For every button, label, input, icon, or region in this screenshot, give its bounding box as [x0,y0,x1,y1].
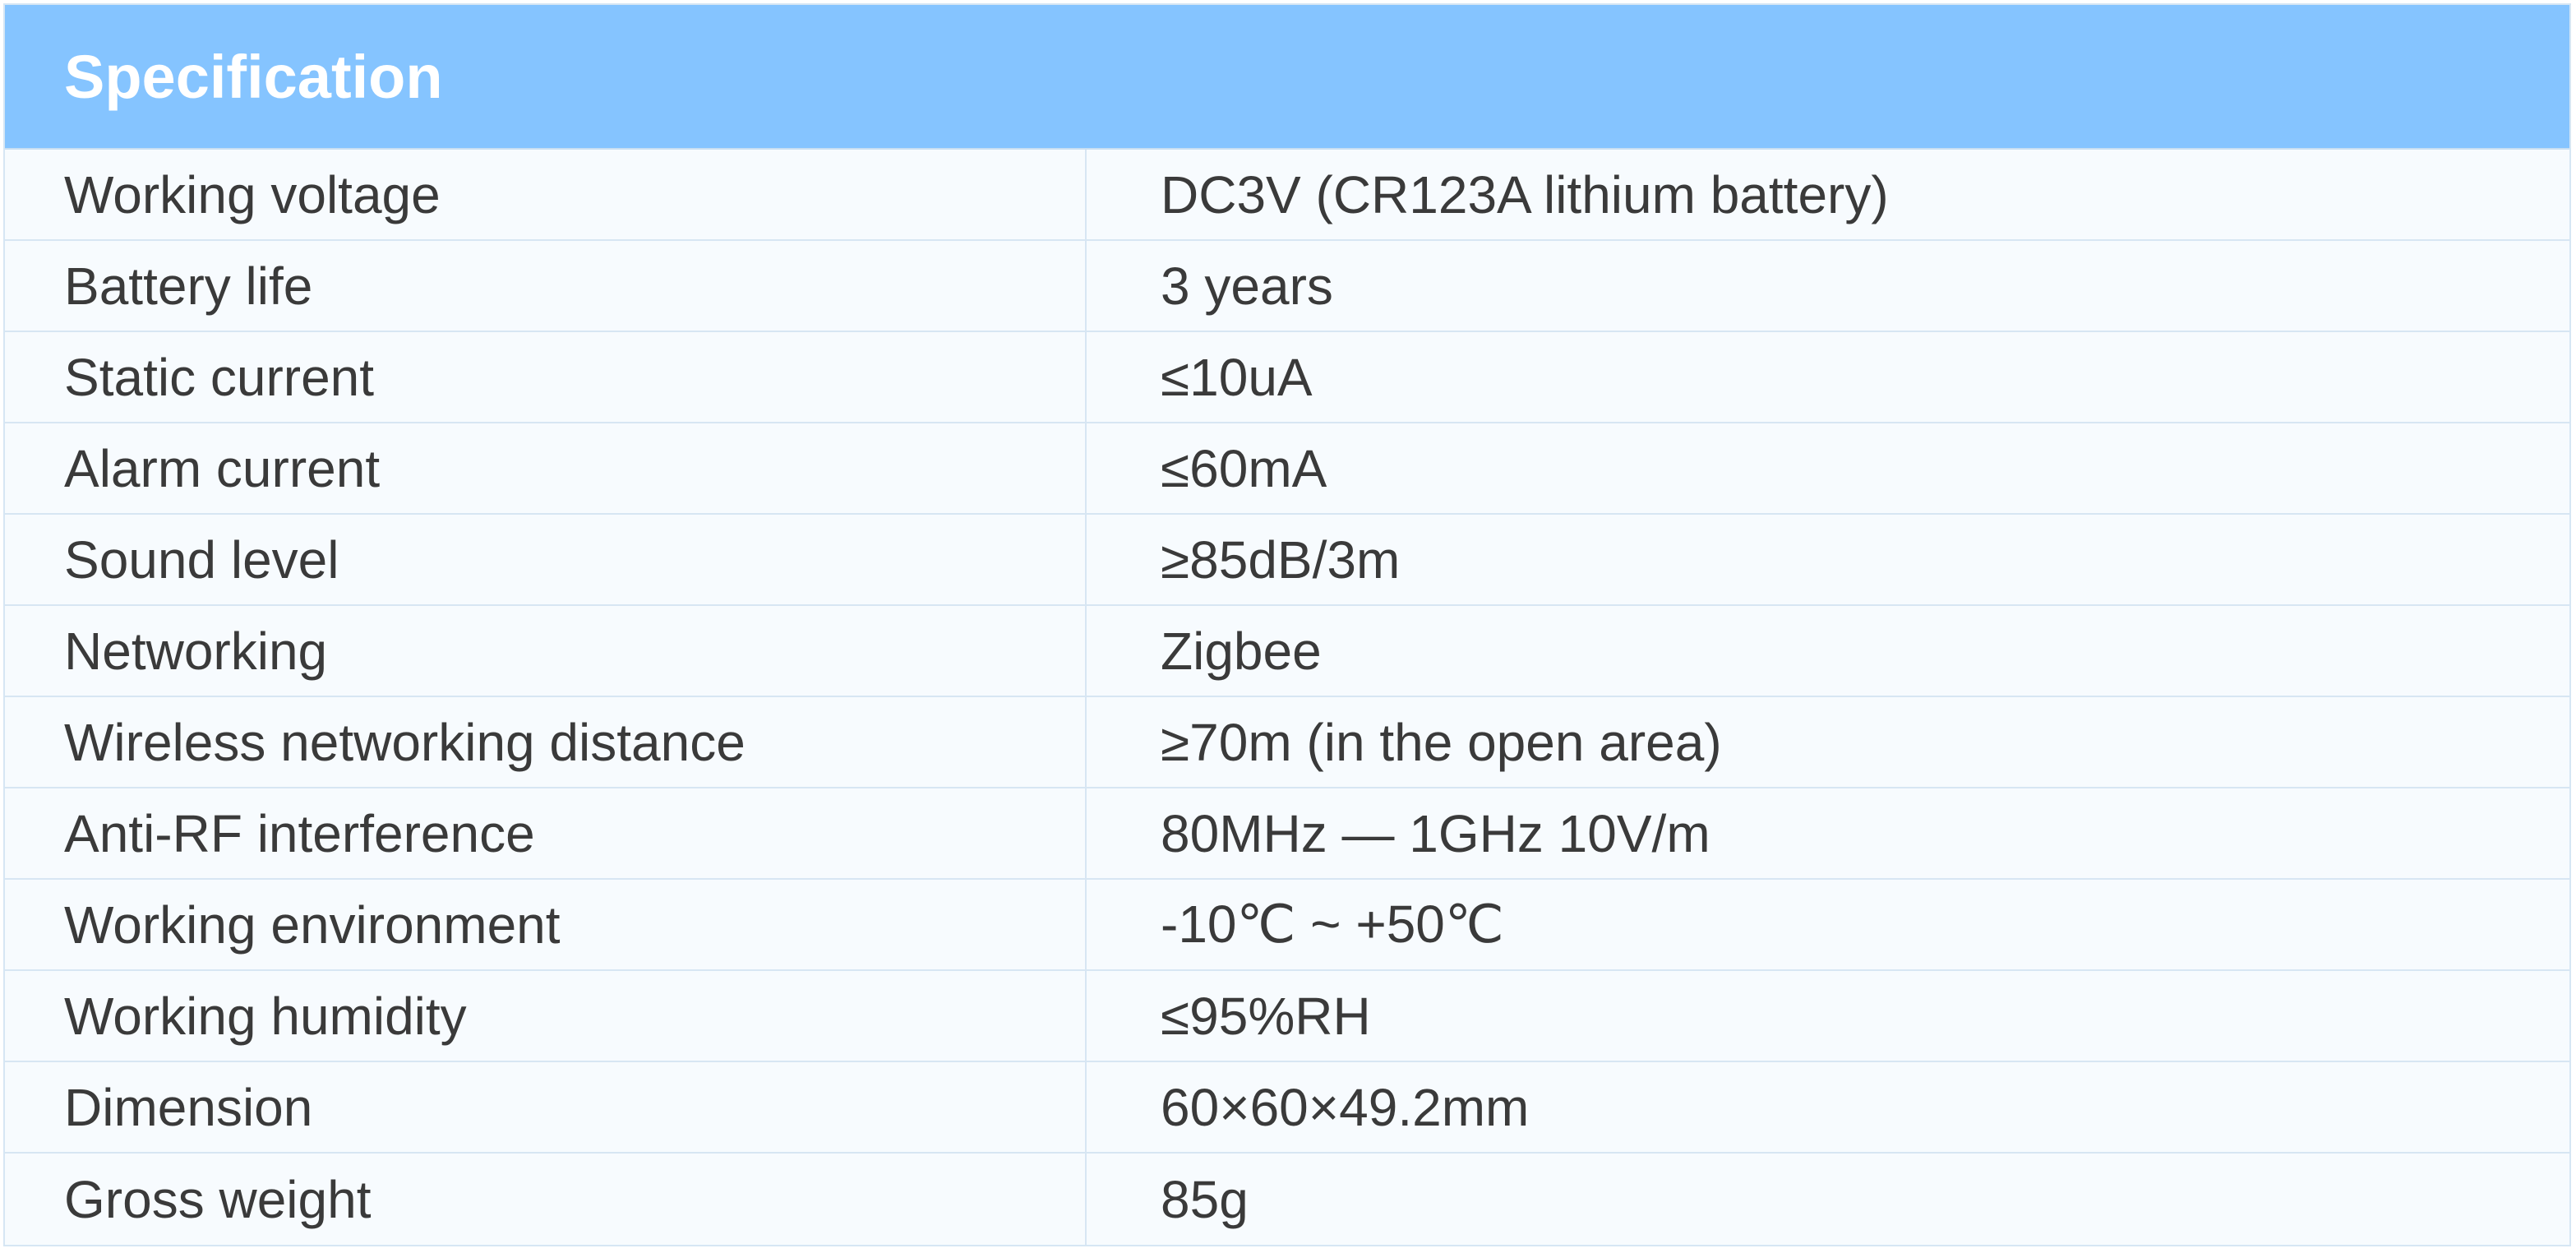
row-value: ≥70m (in the open area) [1161,712,1722,772]
table-row: Anti-RF interference 80MHz — 1GHz 10V/m [5,788,2569,880]
row-label: Wireless networking distance [5,697,1087,787]
row-value: ≤60mA [1161,438,1327,498]
row-label: Static current [5,332,1087,422]
row-label: Sound level [5,515,1087,604]
table-row: Sound level ≥85dB/3m [5,515,2569,606]
table-row: Alarm current ≤60mA [5,423,2569,515]
table-row: Battery life 3 years [5,241,2569,332]
table-title: Specification [64,42,443,111]
table-header: Specification [5,5,2569,150]
table-row: Gross weight 85g [5,1154,2569,1245]
row-value: -10℃ ~ +50℃ [1161,895,1504,954]
row-label: Dimension [5,1062,1087,1152]
specification-table: Specification Working voltage DC3V (CR12… [3,3,2571,1246]
row-label: Working humidity [5,971,1087,1061]
row-value: Zigbee [1161,621,1322,681]
row-value: ≤95%RH [1161,986,1371,1046]
row-label: Networking [5,606,1087,696]
table-row: Dimension 60×60×49.2mm [5,1062,2569,1154]
row-label: Gross weight [5,1154,1087,1245]
row-label: Anti-RF interference [5,788,1087,878]
row-value: 80MHz — 1GHz 10V/m [1161,803,1710,863]
table-row: Static current ≤10uA [5,332,2569,423]
row-value: 3 years [1161,256,1333,316]
table-row: Working humidity ≤95%RH [5,971,2569,1062]
table-row: Wireless networking distance ≥70m (in th… [5,697,2569,788]
row-label: Battery life [5,241,1087,331]
row-label: Working voltage [5,150,1087,239]
table-row: Working voltage DC3V (CR123A lithium bat… [5,150,2569,241]
table-row: Networking Zigbee [5,606,2569,697]
table-body: Working voltage DC3V (CR123A lithium bat… [5,150,2569,1245]
row-value: DC3V (CR123A lithium battery) [1161,164,1889,224]
table-row: Working environment -10℃ ~ +50℃ [5,880,2569,971]
row-value: 85g [1161,1169,1249,1229]
row-value: ≤10uA [1161,347,1313,407]
row-value: 60×60×49.2mm [1161,1077,1530,1137]
row-value: ≥85dB/3m [1161,529,1401,590]
row-label: Alarm current [5,423,1087,513]
row-label: Working environment [5,880,1087,969]
